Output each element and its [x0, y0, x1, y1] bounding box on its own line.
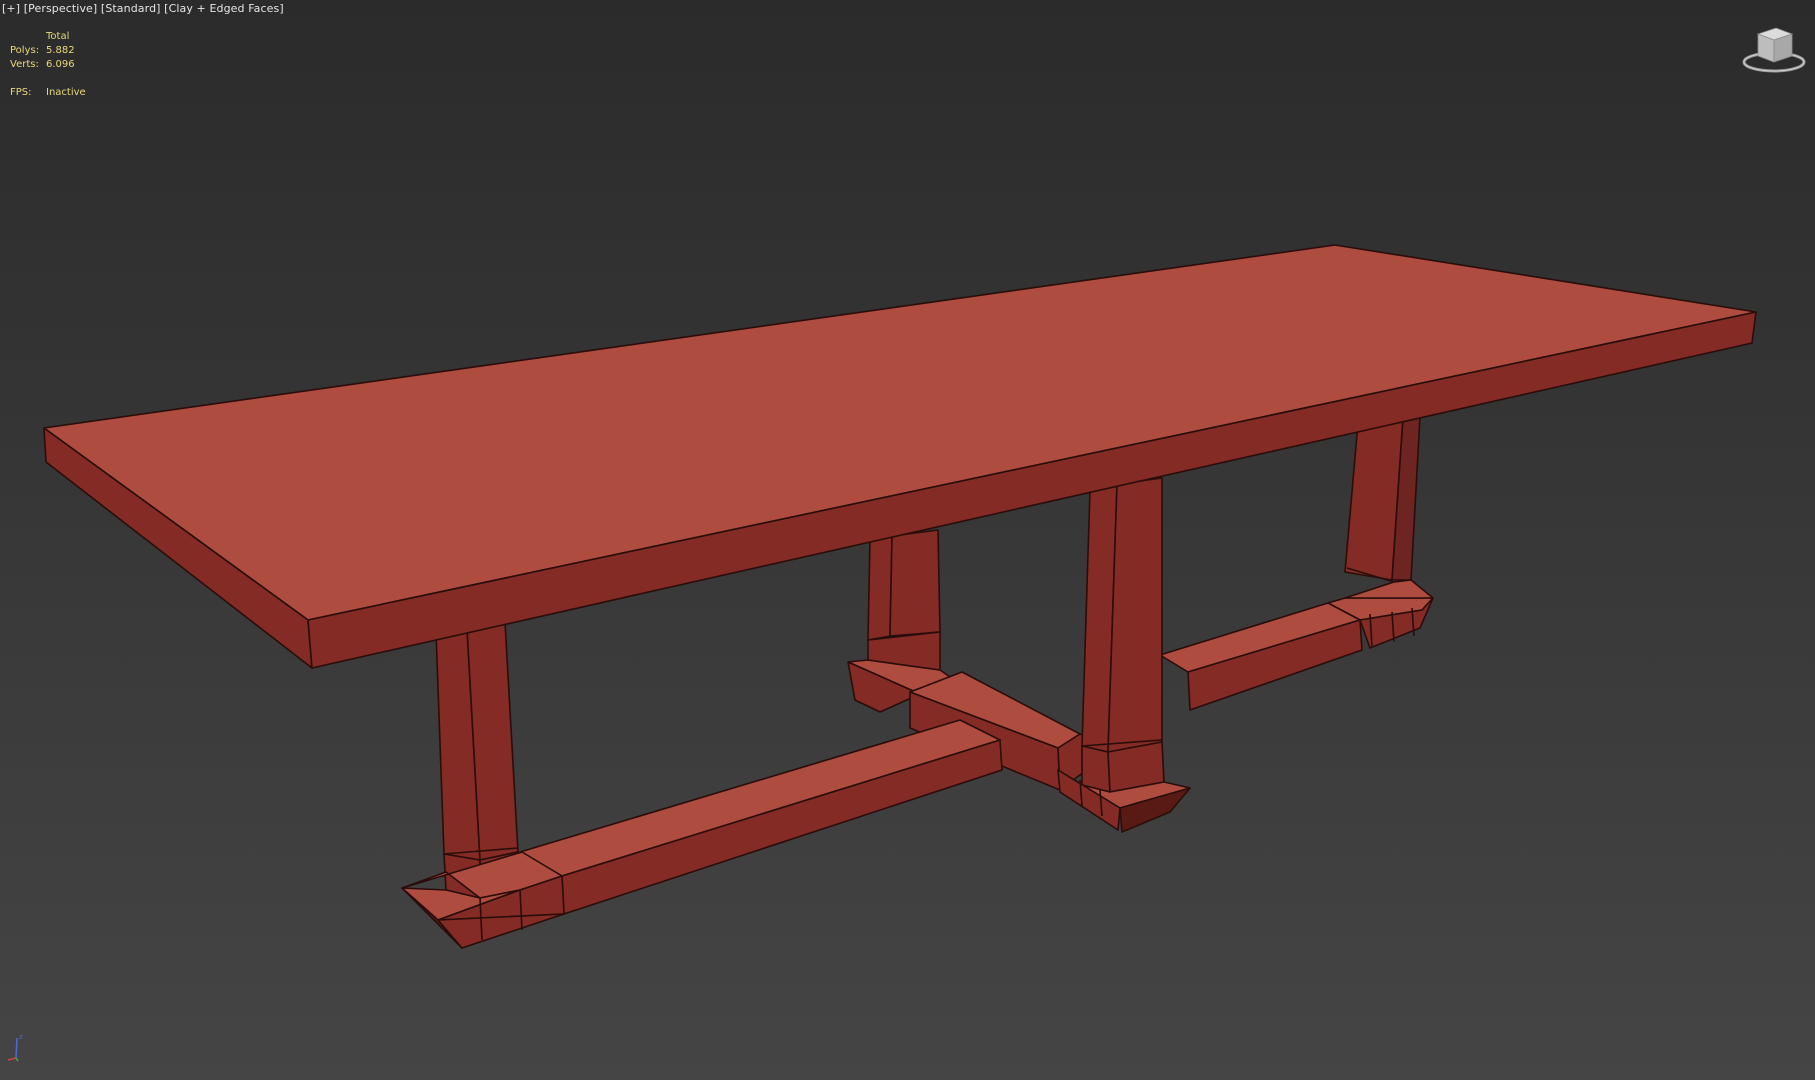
stretcher-front — [519, 719, 1003, 915]
stretcher-back — [1159, 602, 1363, 711]
perspective-viewport[interactable]: [+] [Perspective] [Standard] [Clay + Edg… — [0, 0, 1815, 1080]
svg-text:z: z — [19, 1033, 23, 1041]
axis-tripod-icon: z — [7, 1033, 23, 1062]
table-model[interactable] — [0, 0, 1815, 1080]
leg-front-left — [401, 621, 565, 949]
